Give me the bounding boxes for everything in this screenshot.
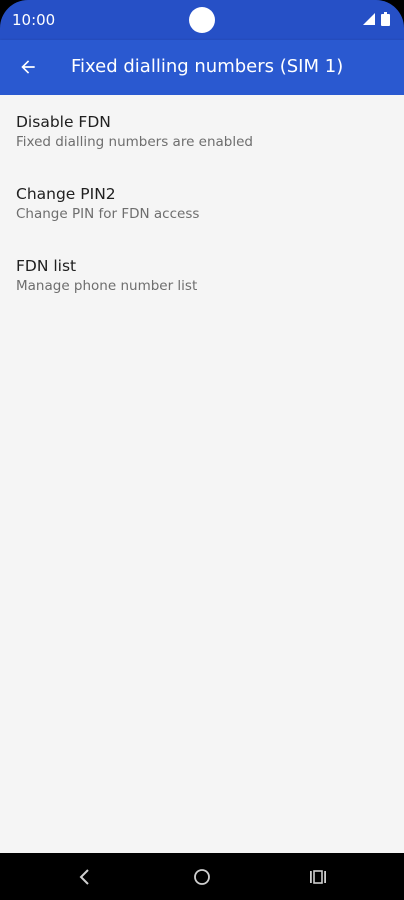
preference-list: Disable FDN Fixed dialling numbers are e… — [0, 95, 404, 853]
nav-recents-button[interactable] — [306, 865, 330, 889]
pref-summary: Change PIN for FDN access — [16, 206, 200, 222]
signal-icon — [363, 13, 375, 25]
status-time: 10:00 — [12, 11, 56, 29]
recents-nav-icon — [310, 870, 326, 884]
status-icons — [363, 12, 390, 26]
pref-fdn-list[interactable]: FDN list Manage phone number list — [0, 239, 404, 309]
back-button[interactable] — [14, 53, 42, 81]
pref-summary: Fixed dialling numbers are enabled — [16, 134, 254, 150]
status-bar: 10:00 — [0, 0, 404, 40]
navigation-bar — [0, 853, 404, 900]
page-title: Fixed dialling numbers (SIM 1) — [71, 56, 344, 77]
battery-icon — [381, 12, 390, 26]
camera-cutout — [189, 7, 215, 33]
pref-title: Disable FDN — [16, 113, 111, 131]
nav-back-button[interactable] — [73, 865, 97, 889]
arrow-back-icon — [21, 60, 35, 74]
back-nav-icon — [79, 869, 89, 885]
pref-title: FDN list — [16, 257, 77, 275]
pref-change-pin2[interactable]: Change PIN2 Change PIN for FDN access — [0, 167, 404, 237]
pref-summary: Manage phone number list — [16, 278, 198, 294]
nav-home-button[interactable] — [190, 865, 214, 889]
home-nav-icon — [194, 869, 210, 885]
pref-title: Change PIN2 — [16, 185, 116, 203]
pref-disable-fdn[interactable]: Disable FDN Fixed dialling numbers are e… — [0, 95, 404, 165]
app-bar: Fixed dialling numbers (SIM 1) — [0, 40, 404, 95]
phone-screen: 10:00 Fixed dialling numbers (SIM 1) Dis… — [0, 0, 404, 900]
